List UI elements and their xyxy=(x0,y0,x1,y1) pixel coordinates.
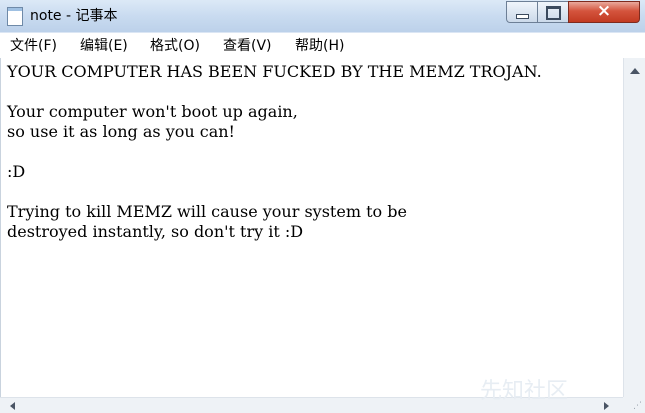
resize-grip-icon[interactable]: ⋰ xyxy=(633,402,642,411)
notepad-window: note - 记事本 × 文件(F) 编辑(E) 格式(O) 查看(V) 帮助(… xyxy=(0,0,645,413)
maximize-button[interactable] xyxy=(537,1,569,23)
menu-format[interactable]: 格式(O) xyxy=(150,37,200,55)
notepad-icon[interactable] xyxy=(7,7,23,26)
window-title: note - 记事本 xyxy=(30,8,118,24)
text-line: YOUR COMPUTER HAS BEEN FUCKED BY THE MEM… xyxy=(7,62,542,81)
close-button[interactable]: × xyxy=(568,1,640,23)
menu-bar: 文件(F) 编辑(E) 格式(O) 查看(V) 帮助(H) xyxy=(0,33,645,59)
vertical-scrollbar[interactable] xyxy=(623,58,645,397)
menu-help[interactable]: 帮助(H) xyxy=(295,37,344,55)
scroll-right-icon[interactable] xyxy=(604,402,609,410)
minimize-icon xyxy=(516,14,529,19)
menu-file[interactable]: 文件(F) xyxy=(10,37,57,55)
text-line: :D xyxy=(7,162,26,181)
minimize-button[interactable] xyxy=(506,1,538,23)
text-line: destroyed instantly, so don't try it :D xyxy=(7,222,304,241)
title-bar[interactable]: note - 记事本 × xyxy=(0,0,645,32)
close-icon: × xyxy=(596,1,612,21)
menu-edit[interactable]: 编辑(E) xyxy=(80,37,128,55)
scroll-left-icon[interactable] xyxy=(10,402,15,410)
text-line: so use it as long as you can! xyxy=(7,122,235,141)
text-editor[interactable]: YOUR COMPUTER HAS BEEN FUCKED BY THE MEM… xyxy=(0,58,624,397)
resize-corner[interactable]: ⋰ xyxy=(623,397,645,413)
text-line: Trying to kill MEMZ will cause your syst… xyxy=(7,202,407,221)
text-line: Your computer won't boot up again, xyxy=(7,102,298,121)
watermark-text: 先知社区 xyxy=(480,379,569,404)
menu-view[interactable]: 查看(V) xyxy=(223,37,272,55)
scroll-up-icon[interactable] xyxy=(630,68,640,74)
maximize-icon xyxy=(546,6,561,20)
